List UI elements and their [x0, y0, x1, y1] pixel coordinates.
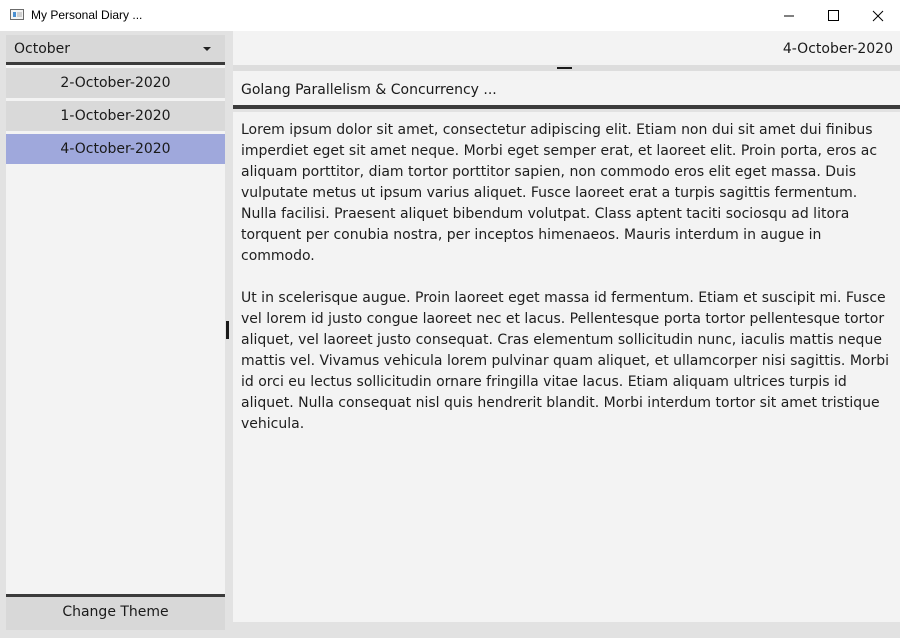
change-theme-button[interactable]: Change Theme [6, 594, 225, 630]
content-paragraph: Lorem ipsum dolor sit amet, consectetur … [241, 122, 878, 264]
month-dropdown[interactable]: October [6, 35, 225, 65]
list-item-selected[interactable]: 4-October-2020 [6, 134, 225, 164]
entry-content-editor[interactable]: Lorem ipsum dolor sit amet, consectetur … [233, 112, 900, 622]
entry-pane: 4-October-2020 Golang Parallelism & Conc… [233, 31, 900, 622]
window-client: October 2-October-2020 1-October-2020 4-… [0, 31, 900, 638]
splitter-grip-icon [557, 67, 572, 69]
minimize-button[interactable] [766, 0, 812, 31]
entry-title-field[interactable]: Golang Parallelism & Concurrency ... [233, 71, 900, 109]
vertical-splitter-handle[interactable] [226, 321, 229, 339]
minimize-icon [784, 15, 794, 17]
close-button[interactable] [855, 0, 900, 31]
maximize-icon [828, 10, 839, 21]
entry-title-text: Golang Parallelism & Concurrency ... [241, 82, 497, 98]
content-paragraph: Ut in scelerisque augue. Proin laoreet e… [241, 290, 890, 432]
app-window-icon [10, 9, 24, 20]
close-icon [872, 10, 884, 22]
title-bar[interactable]: My Personal Diary ... [0, 0, 900, 31]
list-item[interactable]: 1-October-2020 [6, 101, 225, 131]
sidebar: October 2-October-2020 1-October-2020 4-… [6, 35, 225, 630]
window-title: My Personal Diary ... [31, 8, 143, 22]
entry-date: 4-October-2020 [782, 41, 893, 57]
maximize-button[interactable] [810, 0, 856, 31]
date-header: 4-October-2020 [233, 31, 900, 65]
entry-list: 2-October-2020 1-October-2020 4-October-… [6, 68, 225, 167]
chevron-down-icon [203, 47, 211, 51]
list-item[interactable]: 2-October-2020 [6, 68, 225, 98]
month-dropdown-value: October [14, 41, 71, 57]
